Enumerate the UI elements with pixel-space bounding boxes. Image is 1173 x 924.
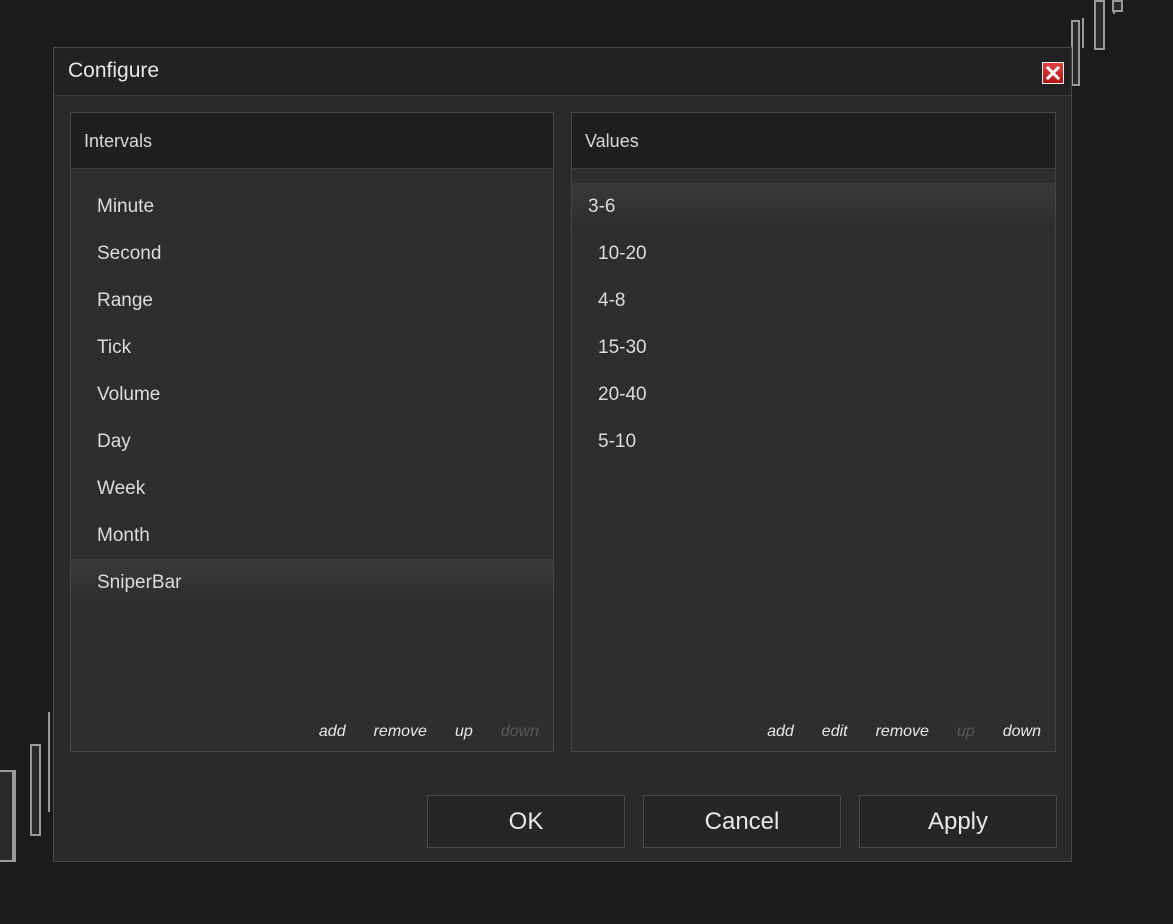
intervals-list: Minute Second Range Tick Volume Day Week… <box>71 183 553 606</box>
values-edit-link[interactable]: edit <box>822 723 848 741</box>
intervals-header-label: Intervals <box>84 131 153 151</box>
intervals-header: Intervals <box>71 113 553 169</box>
value-item[interactable]: 15-30 <box>572 324 1055 371</box>
values-add-link[interactable]: add <box>767 723 794 741</box>
intervals-panel: Intervals Minute Second Range Tick Volum… <box>70 112 554 752</box>
values-down-link[interactable]: down <box>1003 723 1041 741</box>
interval-item-tick[interactable]: Tick <box>71 324 553 371</box>
apply-button[interactable]: Apply <box>859 795 1057 848</box>
ok-button[interactable]: OK <box>427 795 625 848</box>
interval-item-sniperbar[interactable]: SniperBar <box>71 559 553 606</box>
chart-candle <box>30 744 41 836</box>
value-item[interactable]: 5-10 <box>572 418 1055 465</box>
interval-item-range[interactable]: Range <box>71 277 553 324</box>
chart-candle <box>0 770 14 862</box>
value-item[interactable]: 3-6 <box>572 183 1055 230</box>
intervals-remove-link[interactable]: remove <box>374 723 427 741</box>
dialog-titlebar[interactable]: Configure <box>54 48 1071 96</box>
chart-candle <box>1112 0 1123 12</box>
interval-item-volume[interactable]: Volume <box>71 371 553 418</box>
cancel-button[interactable]: Cancel <box>643 795 841 848</box>
values-remove-link[interactable]: remove <box>876 723 929 741</box>
values-actions: add edit remove up down <box>739 723 1041 741</box>
values-list: 3-6 10-20 4-8 15-30 20-40 5-10 <box>572 183 1055 465</box>
interval-item-month[interactable]: Month <box>71 512 553 559</box>
intervals-down-link: down <box>500 723 539 740</box>
values-up-link: up <box>956 723 975 740</box>
close-icon[interactable] <box>1042 62 1064 84</box>
intervals-actions: add remove up down <box>291 723 539 741</box>
value-item[interactable]: 4-8 <box>572 277 1055 324</box>
chart-candle-wick <box>14 770 16 862</box>
values-panel: Values 3-6 10-20 4-8 15-30 20-40 5-10 ad… <box>571 112 1056 752</box>
configure-dialog: Configure Intervals Minute Second Range … <box>53 47 1072 862</box>
chart-candle <box>1071 20 1080 86</box>
interval-item-day[interactable]: Day <box>71 418 553 465</box>
chart-candle-wick <box>1082 18 1084 48</box>
interval-item-minute[interactable]: Minute <box>71 183 553 230</box>
value-item[interactable]: 10-20 <box>572 230 1055 277</box>
chart-candle-wick <box>48 712 50 812</box>
interval-item-week[interactable]: Week <box>71 465 553 512</box>
value-item[interactable]: 20-40 <box>572 371 1055 418</box>
dialog-title: Configure <box>68 59 160 82</box>
interval-item-second[interactable]: Second <box>71 230 553 277</box>
intervals-up-link[interactable]: up <box>455 723 473 741</box>
intervals-add-link[interactable]: add <box>319 723 346 741</box>
chart-candle <box>1094 0 1105 50</box>
values-header: Values <box>572 113 1055 169</box>
values-header-label: Values <box>585 131 639 151</box>
